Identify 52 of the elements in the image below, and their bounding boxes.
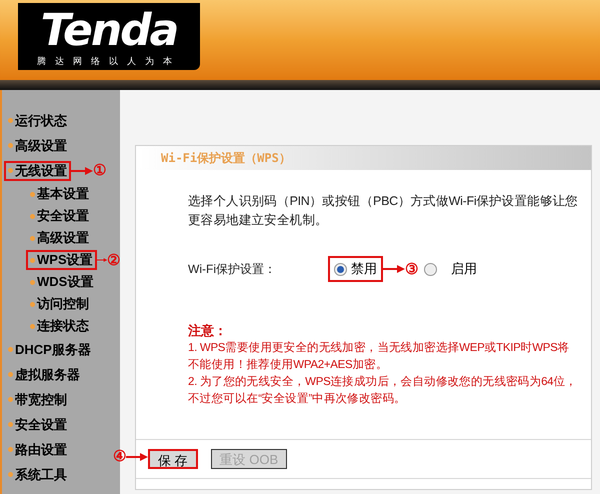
bullet-icon (30, 236, 35, 240)
nav-item[interactable]: 安全设置 (26, 204, 93, 228)
nav-item[interactable]: 高级设置 (4, 134, 71, 158)
radio-option[interactable]: 禁用 (328, 256, 383, 282)
bullet-icon (8, 422, 13, 427)
bullet-icon (30, 324, 35, 328)
notice-text: 2. 为了您的无线安全，WPS连接成功后，会自动修改您的无线密码为64位，不过您可以在“安全设置”中再次修改密码。 (188, 374, 578, 407)
nav-item[interactable]: 路由设置 (4, 438, 71, 462)
annotation-number: ③ (405, 262, 418, 276)
annotation-arrow (71, 166, 93, 176)
bullet-icon (30, 302, 35, 306)
bullet-icon (8, 447, 13, 452)
nav-item[interactable]: WDS设置 (26, 270, 98, 294)
panel-title: Wi-Fi保护设置（WPS） (161, 150, 291, 167)
bullet-icon (8, 347, 13, 352)
bullet-icon (30, 280, 35, 284)
radio-option[interactable]: 启用 (418, 256, 483, 282)
reset-button: 重设 OOB (210, 449, 288, 469)
nav-item[interactable]: 虚拟服务器 (4, 362, 84, 386)
bullet-icon (8, 372, 13, 377)
nav-item[interactable]: DHCP服务器 (4, 338, 95, 362)
annotation-number: ② (107, 252, 120, 268)
annotation-arrow (383, 264, 405, 274)
nav-item[interactable]: 访问控制 (26, 292, 93, 316)
save-button[interactable]: 保 存 (148, 449, 198, 469)
nav-item[interactable]: 连接状态 (26, 314, 93, 338)
bullet-icon (8, 397, 13, 402)
nav-item[interactable]: 运行状态 (4, 108, 71, 132)
bullet-icon (8, 472, 13, 477)
bullet-icon (30, 214, 35, 218)
annotation-arrow (96, 255, 107, 265)
annotation-arrow (126, 452, 148, 462)
bullet-icon (30, 192, 35, 196)
nav-item[interactable]: 高级设置 (26, 226, 93, 250)
bullet-icon (8, 168, 13, 173)
nav-item[interactable]: WPS设置 (26, 250, 97, 270)
nav-item[interactable]: 安全设置 (4, 412, 71, 436)
nav-item[interactable]: 无线设置 (4, 160, 71, 180)
nav-item[interactable]: 带宽控制 (4, 388, 71, 412)
notice-text: 1. WPS需要使用更安全的无线加密，当无线加密选择WEP或TKIP时WPS将不能使用！推荐使用WPA2+AES加密。 (188, 340, 570, 373)
description-text: 选择个人识别码（PIN）或按钮（PBC）方式做Wi-Fi保护设置能够让您更容易地建立安全机制。 (188, 193, 579, 229)
bullet-icon (30, 258, 35, 262)
bullet-icon (8, 118, 13, 123)
nav-item[interactable]: 系统工具 (4, 462, 71, 486)
notice-heading: 注意： (188, 322, 228, 340)
setting-label: Wi-Fi保护设置： (188, 261, 277, 278)
bullet-icon (8, 143, 13, 148)
slogan: 腾达网络以人为本 (37, 55, 181, 68)
annotation-number: ④ (113, 449, 126, 464)
annotation-number: ① (93, 163, 106, 178)
logo: Tenda (40, 9, 178, 53)
nav-item[interactable]: 基本设置 (26, 182, 93, 206)
